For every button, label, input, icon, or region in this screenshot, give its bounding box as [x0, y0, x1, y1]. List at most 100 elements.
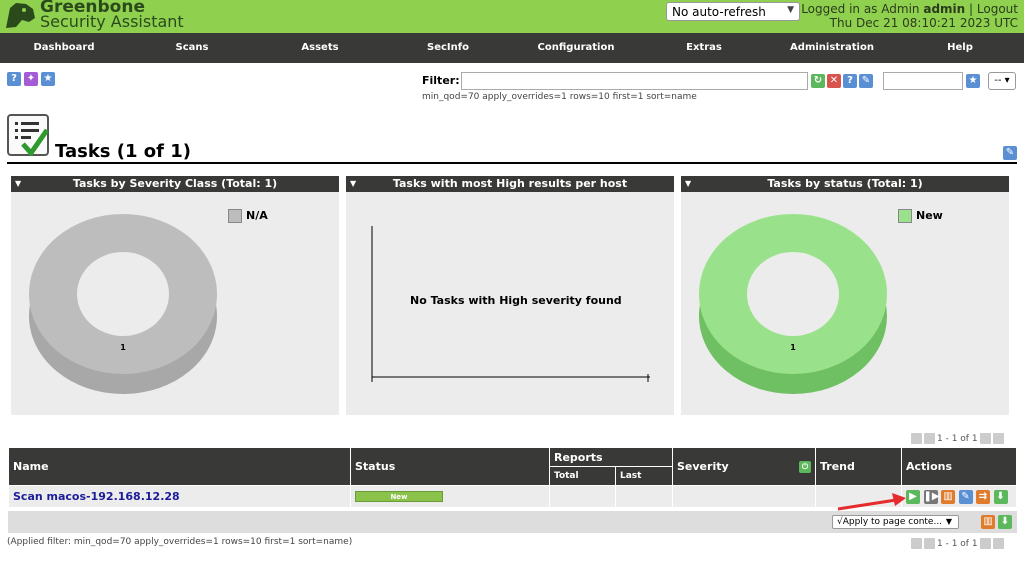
- task-status-cell: New: [350, 485, 550, 508]
- col-severity[interactable]: Severity ⏻: [672, 447, 816, 486]
- legend-label: N/A: [246, 209, 268, 222]
- nav-dashboard[interactable]: Dashboard: [0, 33, 128, 63]
- prev-page-icon[interactable]: [924, 538, 935, 549]
- task-name-link[interactable]: Scan macos-192.168.12.28: [8, 485, 351, 508]
- current-filter-text: min_qod=70 apply_overrides=1 rows=10 fir…: [422, 92, 697, 102]
- edit-wrench-icon[interactable]: ✎: [958, 490, 973, 504]
- legend-label: New: [916, 209, 943, 222]
- title-divider: [7, 162, 1017, 164]
- reset-filter-icon[interactable]: ✕: [827, 74, 841, 88]
- panel-high-results: ▼ Tasks with most High results per host …: [346, 176, 674, 415]
- brand-subtitle: Security Assistant: [40, 12, 184, 31]
- edit-filter-wrench-icon[interactable]: ✎: [859, 74, 873, 88]
- triangle-down-icon[interactable]: ▼: [350, 176, 356, 192]
- save-filter-star-icon[interactable]: ★: [966, 74, 980, 88]
- export-icon[interactable]: ⬇: [993, 490, 1008, 504]
- donut-hole: [77, 252, 169, 336]
- start-icon[interactable]: ▶: [906, 490, 920, 504]
- username-link[interactable]: admin: [923, 2, 965, 16]
- chevron-down-icon: ▼: [787, 5, 794, 15]
- main-nav: Dashboard Scans Assets SecInfo Configura…: [0, 33, 1024, 63]
- help-icon[interactable]: ?: [7, 72, 21, 86]
- bulk-export-icon[interactable]: ⬇: [998, 515, 1012, 529]
- last-page-icon[interactable]: [992, 433, 1004, 444]
- nav-help[interactable]: Help: [896, 33, 1024, 63]
- filter-actions: ↻ ✕ ? ✎: [811, 74, 873, 88]
- pager-text: 1 - 1 of 1: [937, 433, 978, 444]
- col-reports-last[interactable]: Last: [615, 466, 673, 486]
- donut-label: 1: [120, 343, 126, 352]
- filter-select[interactable]: -- ▾: [988, 72, 1016, 90]
- filter-input[interactable]: [461, 72, 808, 90]
- severity-cell: [672, 485, 816, 508]
- panel-header[interactable]: ▼ Tasks with most High results per host: [346, 176, 674, 192]
- panel-severity-class: ▼ Tasks by Severity Class (Total: 1) 1 N…: [11, 176, 339, 415]
- red-arrow-annotation: [837, 493, 906, 511]
- filter-name-input[interactable]: [883, 72, 963, 90]
- nav-extras[interactable]: Extras: [640, 33, 768, 63]
- user-role: Admin: [881, 2, 920, 16]
- donut-chart: 1: [29, 214, 217, 394]
- apply-to-label: √Apply to page conte...: [837, 517, 943, 527]
- panel-title: Tasks by Severity Class (Total: 1): [72, 177, 278, 190]
- panel-header[interactable]: ▼ Tasks by status (Total: 1): [681, 176, 1009, 192]
- reports-last-cell: [615, 485, 673, 508]
- donut-label: 1: [790, 343, 796, 352]
- logged-in-label: Logged in as: [801, 2, 878, 16]
- applied-filter-text: (Applied filter: min_qod=70 apply_overri…: [7, 537, 353, 547]
- auto-refresh-select[interactable]: No auto-refresh ▼: [666, 2, 800, 21]
- prev-page-icon[interactable]: [924, 433, 935, 444]
- bulk-trashcan-icon[interactable]: ▥: [981, 515, 995, 529]
- current-datetime: Thu Dec 21 08:10:21 2023 UTC: [829, 16, 1018, 30]
- user-info: Logged in as Admin admin | Logout Thu De…: [801, 2, 1018, 30]
- filter-help-icon[interactable]: ?: [843, 74, 857, 88]
- auto-refresh-value: No auto-refresh: [672, 5, 766, 19]
- greenbone-logo: [6, 3, 35, 28]
- col-actions: Actions: [901, 447, 1017, 486]
- first-page-icon[interactable]: [911, 538, 922, 549]
- first-page-icon[interactable]: [911, 433, 922, 444]
- toolbar: ? ✦ ★: [7, 72, 55, 86]
- top-bar: Greenbone Security Assistant No auto-ref…: [0, 0, 1024, 33]
- edit-wrench-icon[interactable]: ✎: [1003, 146, 1017, 160]
- new-task-wizard-icon[interactable]: ✦: [24, 72, 38, 86]
- col-status[interactable]: Status: [350, 447, 550, 486]
- tasks-icon: [7, 114, 50, 158]
- pager-text: 1 - 1 of 1: [937, 538, 978, 549]
- logout-link[interactable]: Logout: [977, 2, 1018, 16]
- separator: |: [969, 2, 974, 16]
- overrides-icon[interactable]: ⏻: [799, 461, 811, 473]
- last-page-icon[interactable]: [992, 538, 1004, 549]
- apply-to-select[interactable]: √Apply to page conte... ▼: [832, 515, 959, 529]
- clone-icon[interactable]: ⇉: [976, 490, 990, 504]
- next-page-icon[interactable]: [979, 538, 991, 549]
- triangle-down-icon[interactable]: ▼: [15, 176, 21, 192]
- nav-secinfo[interactable]: SecInfo: [384, 33, 512, 63]
- nav-administration[interactable]: Administration: [768, 33, 896, 63]
- page-title: Tasks (1 of 1): [55, 141, 192, 162]
- triangle-down-icon[interactable]: ▼: [685, 176, 691, 192]
- col-reports: Reports: [549, 447, 673, 467]
- col-trend: Trend: [815, 447, 902, 486]
- col-name[interactable]: Name: [8, 447, 351, 486]
- pagination-bottom: 1 - 1 of 1: [911, 538, 1004, 549]
- next-page-icon[interactable]: [979, 433, 991, 444]
- panel-status: ▼ Tasks by status (Total: 1) 1 New: [681, 176, 1009, 415]
- reports-total-cell: [549, 485, 616, 508]
- legend-swatch: [898, 209, 912, 223]
- new-task-star-icon[interactable]: ★: [41, 72, 55, 86]
- nav-configuration[interactable]: Configuration: [512, 33, 640, 63]
- donut-hole: [747, 252, 839, 336]
- panel-title: Tasks by status (Total: 1): [767, 177, 923, 190]
- legend-swatch: [228, 209, 242, 223]
- filter-label: Filter:: [422, 74, 460, 87]
- panel-header[interactable]: ▼ Tasks by Severity Class (Total: 1): [11, 176, 339, 192]
- pagination-top: 1 - 1 of 1: [911, 433, 1004, 444]
- col-reports-total[interactable]: Total: [549, 466, 616, 486]
- refresh-icon[interactable]: ↻: [811, 74, 825, 88]
- chevron-down-icon: ▼: [945, 517, 952, 526]
- resume-icon[interactable]: ❚▶: [923, 490, 940, 504]
- nav-scans[interactable]: Scans: [128, 33, 256, 63]
- nav-assets[interactable]: Assets: [256, 33, 384, 63]
- trashcan-icon[interactable]: ▥: [941, 490, 955, 504]
